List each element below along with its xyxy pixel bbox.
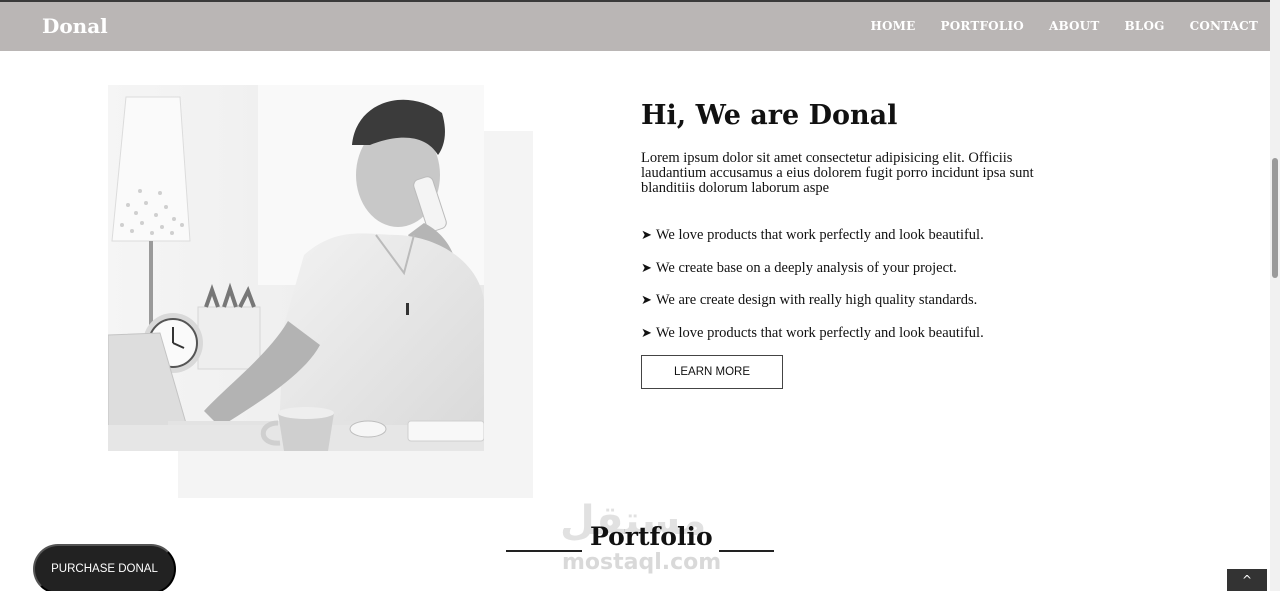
learn-more-button[interactable]: LEARN MORE bbox=[641, 355, 783, 389]
feature-item: ➤ We love products that work perfectly an… bbox=[641, 226, 984, 259]
feature-text: We create base on a deeply analysis of y… bbox=[655, 259, 957, 276]
hero-photo bbox=[108, 85, 484, 451]
back-to-top-button[interactable]: ^ bbox=[1227, 569, 1267, 591]
portfolio-heading: Portfolio bbox=[590, 522, 713, 551]
nav-contact[interactable]: CONTACT bbox=[1190, 19, 1258, 33]
nav-about[interactable]: ABOUT bbox=[1049, 19, 1100, 33]
feature-list: ➤ We love products that work perfectly an… bbox=[641, 226, 984, 356]
nav-home[interactable]: HOME bbox=[870, 19, 915, 33]
feature-item: ➤ We are create design with really high q… bbox=[641, 291, 984, 324]
man-on-phone-illustration bbox=[108, 85, 484, 451]
feature-item: ➤ We create base on a deeply analysis of … bbox=[641, 259, 984, 292]
navbar: Donal HOME PORTFOLIO ABOUT BLOG CONTACT bbox=[0, 2, 1270, 51]
about-intro-text: Lorem ipsum dolor sit amet consectetur a… bbox=[641, 150, 1034, 196]
feature-text: We are create design with really high qu… bbox=[655, 292, 978, 309]
arrow-right-icon: ➤ bbox=[641, 293, 652, 309]
page-scrollbar[interactable] bbox=[1270, 0, 1280, 591]
arrow-right-icon: ➤ bbox=[641, 325, 652, 341]
feature-item: ➤ We love products that work perfectly an… bbox=[641, 324, 984, 357]
portfolio-right-rule bbox=[719, 550, 774, 552]
brand-logo[interactable]: Donal bbox=[42, 14, 108, 38]
nav-blog[interactable]: BLOG bbox=[1124, 19, 1164, 33]
arrow-right-icon: ➤ bbox=[641, 260, 652, 276]
watermark-latin: mostaql.com bbox=[562, 550, 722, 575]
about-heading: Hi, We are Donal bbox=[641, 100, 898, 131]
scrollbar-thumb[interactable] bbox=[1272, 158, 1278, 278]
feature-text: We love products that work perfectly and… bbox=[655, 324, 984, 341]
purchase-button[interactable]: PURCHASE DONAL bbox=[33, 544, 176, 591]
chevron-up-icon: ^ bbox=[1241, 573, 1253, 587]
main-nav: HOME PORTFOLIO ABOUT BLOG CONTACT bbox=[870, 19, 1258, 33]
arrow-right-icon: ➤ bbox=[641, 228, 652, 243]
nav-portfolio[interactable]: PORTFOLIO bbox=[940, 19, 1023, 33]
feature-text: We love products that work perfectly and… bbox=[655, 227, 984, 243]
